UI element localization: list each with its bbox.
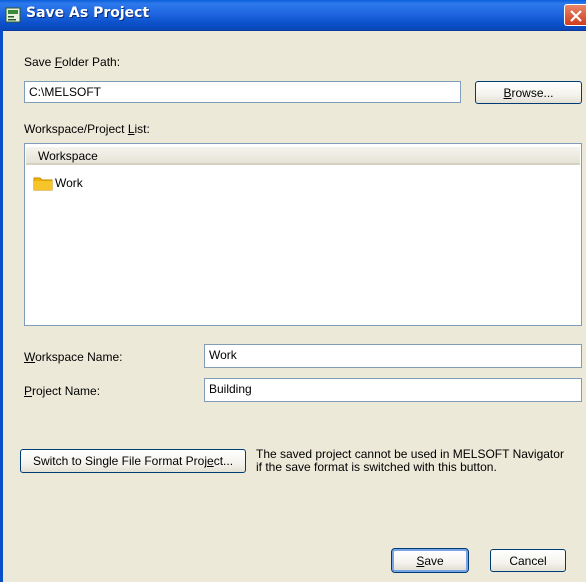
title-bar[interactable]: Save As Project (0, 0, 586, 31)
cancel-button[interactable]: Cancel (490, 549, 566, 572)
app-icon (5, 7, 21, 23)
switch-to-single-file-format-button[interactable]: Switch to Single File Format Project... (20, 449, 246, 473)
workspace-name-input[interactable]: Work (204, 344, 582, 368)
close-button[interactable] (564, 4, 586, 26)
window-frame (0, 30, 3, 582)
close-icon (570, 10, 582, 22)
workspace-name-label: Workspace Name: (24, 350, 123, 364)
project-name-input[interactable]: Building (204, 378, 582, 402)
workspace-project-list-label: Workspace/Project List: (24, 122, 150, 136)
folder-icon (33, 177, 53, 191)
save-folder-path-input[interactable]: C:\MELSOFT (24, 81, 461, 103)
workspace-project-list[interactable]: Workspace Work (24, 143, 582, 326)
save-button[interactable]: Save (391, 548, 469, 573)
column-header-workspace[interactable]: Workspace (26, 147, 580, 165)
save-folder-path-label: Save Folder Path: (24, 55, 121, 69)
switch-note-line2: if the save format is switched with this… (256, 460, 497, 474)
list-item-label: Work (55, 176, 83, 190)
window-title: Save As Project (26, 5, 150, 21)
switch-format-note: The saved project cannot be used in MELS… (256, 448, 564, 474)
save-as-project-dialog: Save As Project Save Folder Path: C:\MEL… (0, 0, 586, 582)
project-name-label: Project Name: (24, 384, 101, 398)
browse-button[interactable]: Browse... (475, 81, 582, 104)
